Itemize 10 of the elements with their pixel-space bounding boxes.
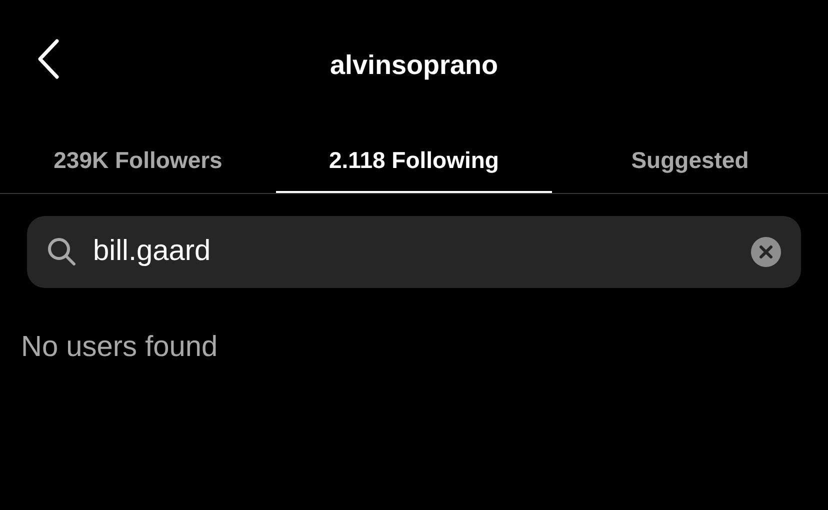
back-icon (35, 38, 61, 80)
search-value: bill.gaard (93, 234, 212, 270)
tab[interactable]: 2.118 Following (276, 130, 552, 193)
tab[interactable]: Suggested (552, 130, 828, 193)
search-field[interactable]: bill.gaard (27, 216, 801, 288)
tab[interactable]: 239K Followers (0, 130, 276, 193)
profile-username: alvinsoprano (330, 48, 498, 82)
clear-icon[interactable] (751, 237, 781, 267)
empty-message: No users found (21, 331, 218, 363)
search-icon (47, 237, 77, 267)
